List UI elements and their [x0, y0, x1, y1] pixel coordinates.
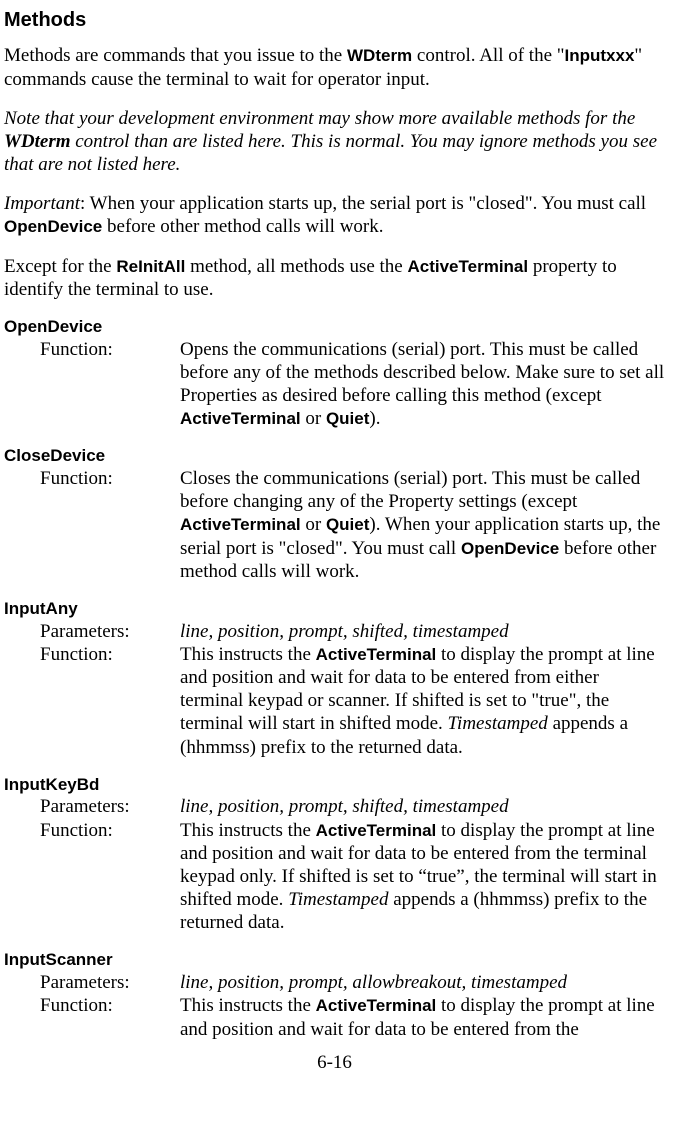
method-closedevice: CloseDevice Function: Closes the communi… [4, 446, 665, 583]
function-label: Function: [4, 338, 180, 361]
wdterm-ref: WDterm [347, 46, 412, 65]
activeterminal-ref: ActiveTerminal [316, 645, 437, 664]
quiet-ref: Quiet [326, 515, 369, 534]
except-paragraph: Except for the ReInitAll method, all met… [4, 255, 665, 301]
parameters-label: Parameters: [4, 620, 180, 643]
intro-paragraph: Methods are commands that you issue to t… [4, 44, 665, 90]
method-name: OpenDevice [4, 317, 665, 338]
note-paragraph: Note that your development environment m… [4, 107, 665, 177]
text: control than are listed here. This is no… [4, 131, 657, 175]
text: before other method calls will work. [102, 216, 383, 237]
text: Opens the communications (serial) port. … [180, 339, 664, 406]
timestamped-ref: Timestamped [448, 713, 548, 734]
function-row: Function: This instructs the ActiveTermi… [4, 994, 665, 1040]
parameters-row: Parameters: line, position, prompt, shif… [4, 795, 665, 818]
important-label: Important [4, 193, 80, 214]
wdterm-ref: WDterm [4, 131, 71, 152]
text: This instructs the [180, 820, 316, 841]
text: or [301, 514, 326, 535]
section-heading: Methods [4, 8, 665, 32]
method-inputkeybd: InputKeyBd Parameters: line, position, p… [4, 775, 665, 935]
function-value: This instructs the ActiveTerminal to dis… [180, 819, 665, 935]
parameters-value: line, position, prompt, shifted, timesta… [180, 795, 665, 818]
function-label: Function: [4, 643, 180, 666]
function-label: Function: [4, 994, 180, 1017]
text: Closes the communications (serial) port.… [180, 468, 640, 512]
method-name: InputScanner [4, 950, 665, 971]
quiet-ref: Quiet [326, 409, 369, 428]
text: or [301, 408, 326, 429]
parameters-value: line, position, prompt, allowbreakout, t… [180, 971, 665, 994]
text: Except for the [4, 256, 116, 277]
page-number: 6-16 [4, 1051, 665, 1074]
activeterminal-ref: ActiveTerminal [407, 257, 528, 276]
method-opendevice: OpenDevice Function: Opens the communica… [4, 317, 665, 430]
function-value: Closes the communications (serial) port.… [180, 467, 665, 583]
method-inputscanner: InputScanner Parameters: line, position,… [4, 950, 665, 1040]
parameters-label: Parameters: [4, 795, 180, 818]
activeterminal-ref: ActiveTerminal [180, 409, 301, 428]
method-name: InputKeyBd [4, 775, 665, 796]
parameters-row: Parameters: line, position, prompt, allo… [4, 971, 665, 994]
method-name: CloseDevice [4, 446, 665, 467]
reinitall-ref: ReInitAll [116, 257, 185, 276]
text: ). [369, 408, 380, 429]
function-row: Function: This instructs the ActiveTermi… [4, 819, 665, 935]
text: Note that your development environment m… [4, 108, 635, 129]
text: : When your application starts up, the s… [80, 193, 646, 214]
text: Methods are commands that you issue to t… [4, 45, 347, 66]
parameters-value: line, position, prompt, shifted, timesta… [180, 620, 665, 643]
function-value: Opens the communications (serial) port. … [180, 338, 665, 431]
text: method, all methods use the [185, 256, 407, 277]
function-row: Function: Opens the communications (seri… [4, 338, 665, 431]
parameters-label: Parameters: [4, 971, 180, 994]
function-label: Function: [4, 467, 180, 490]
activeterminal-ref: ActiveTerminal [316, 821, 437, 840]
function-row: Function: Closes the communications (ser… [4, 467, 665, 583]
important-paragraph: Important: When your application starts … [4, 192, 665, 238]
activeterminal-ref: ActiveTerminal [180, 515, 301, 534]
opendevice-ref: OpenDevice [4, 217, 102, 236]
method-inputany: InputAny Parameters: line, position, pro… [4, 599, 665, 759]
text: This instructs the [180, 995, 316, 1016]
timestamped-ref: Timestamped [288, 889, 388, 910]
text: control. All of the " [412, 45, 564, 66]
opendevice-ref: OpenDevice [461, 539, 559, 558]
method-name: InputAny [4, 599, 665, 620]
function-label: Function: [4, 819, 180, 842]
function-row: Function: This instructs the ActiveTermi… [4, 643, 665, 759]
text: This instructs the [180, 644, 316, 665]
function-value: This instructs the ActiveTerminal to dis… [180, 994, 665, 1040]
function-value: This instructs the ActiveTerminal to dis… [180, 643, 665, 759]
parameters-row: Parameters: line, position, prompt, shif… [4, 620, 665, 643]
inputxxx-ref: Inputxxx [565, 46, 635, 65]
activeterminal-ref: ActiveTerminal [316, 996, 437, 1015]
